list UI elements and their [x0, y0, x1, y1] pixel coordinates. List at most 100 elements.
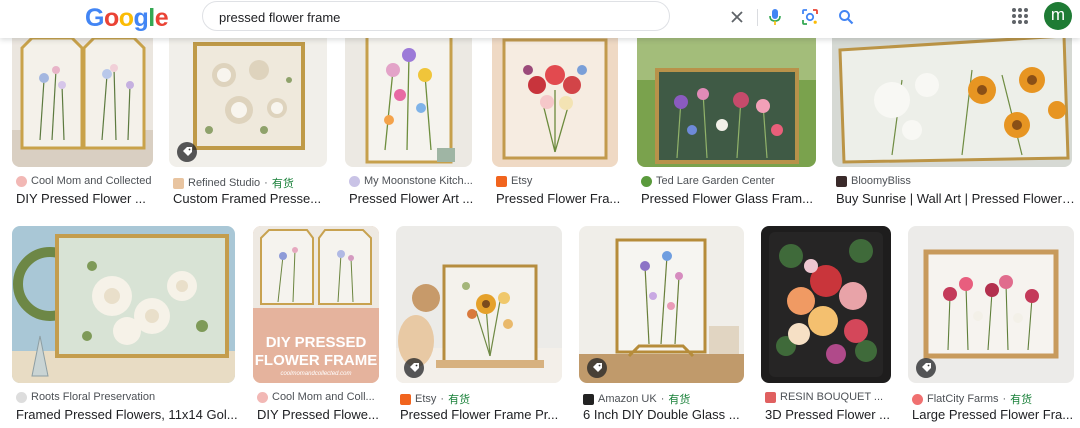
- result-source[interactable]: Etsy · 有货: [400, 391, 566, 407]
- result-title[interactable]: Pressed Flower Frame Pr...: [400, 407, 566, 422]
- source-name: FlatCity Farms: [927, 393, 999, 405]
- result-source[interactable]: Amazon UK · 有货: [583, 391, 748, 407]
- image-result-card[interactable]: My Moonstone Kitch... Pressed Flower Art…: [345, 30, 473, 210]
- close-icon[interactable]: [726, 6, 748, 28]
- logo-letter: o: [103, 4, 119, 32]
- image-result-card[interactable]: BloomyBliss Buy Sunrise | Wall Art | Pre…: [832, 30, 1076, 210]
- image-result-card[interactable]: Ted Lare Garden Center Pressed Flower Gl…: [637, 30, 816, 210]
- source-name: My Moonstone Kitch...: [364, 175, 473, 187]
- search-icon[interactable]: [835, 6, 857, 28]
- site-favicon: [257, 391, 268, 403]
- source-name: Cool Mom and Coll...: [272, 391, 375, 403]
- result-source[interactable]: Ted Lare Garden Center: [641, 175, 820, 187]
- image-result-card[interactable]: Cool Mom and Collected DIY Pressed Flowe…: [12, 30, 153, 210]
- site-favicon: [400, 393, 411, 405]
- image-result-card[interactable]: DIY PRESSED FLOWER FRAME coolmomandcolle…: [253, 226, 379, 424]
- result-thumbnail[interactable]: [169, 30, 327, 167]
- result-title[interactable]: Custom Framed Presse...: [173, 191, 331, 206]
- source-name: Roots Floral Preservation: [31, 391, 156, 403]
- site-favicon: [836, 175, 847, 187]
- site-favicon: [16, 391, 27, 403]
- logo-letter: o: [118, 4, 134, 32]
- result-title[interactable]: 6 Inch DIY Double Glass ...: [583, 407, 748, 422]
- camera-lens-icon[interactable]: [799, 6, 821, 28]
- source-name: BloomyBliss: [851, 175, 911, 187]
- site-favicon: [496, 175, 507, 187]
- source-name: Etsy: [415, 393, 437, 405]
- site-favicon: [641, 175, 652, 187]
- separator: ·: [440, 393, 445, 405]
- result-thumbnail[interactable]: [637, 30, 816, 167]
- result-source[interactable]: BloomyBliss: [836, 175, 1076, 187]
- in-stock-label: 有货: [448, 394, 471, 406]
- result-title[interactable]: 3D Pressed Flower ...: [765, 407, 895, 422]
- result-source[interactable]: RESIN BOUQUET ...: [765, 391, 895, 403]
- result-thumbnail[interactable]: [832, 30, 1072, 167]
- result-thumbnail[interactable]: DIY PRESSED FLOWER FRAME coolmomandcolle…: [253, 226, 379, 383]
- result-title[interactable]: Pressed Flower Fra...: [496, 191, 622, 206]
- result-thumbnail[interactable]: [12, 30, 153, 167]
- image-result-card[interactable]: Roots Floral Preservation Framed Pressed…: [12, 226, 238, 424]
- site-favicon: [765, 391, 776, 403]
- search-box: [202, 1, 854, 31]
- image-result-card[interactable]: FlatCity Farms · 有货 Large Pressed Flower…: [908, 226, 1074, 424]
- result-source[interactable]: Roots Floral Preservation: [16, 391, 239, 403]
- source-name: Cool Mom and Collected: [31, 175, 152, 187]
- apps-grid-icon[interactable]: [1010, 6, 1030, 26]
- site-favicon: [349, 175, 360, 187]
- avatar[interactable]: m: [1044, 2, 1072, 30]
- product-tag-icon: [177, 142, 197, 162]
- image-overlay-url: coolmomandcollected.com: [280, 371, 352, 377]
- result-source[interactable]: My Moonstone Kitch...: [349, 175, 476, 187]
- product-tag-icon: [404, 358, 424, 378]
- result-source[interactable]: Etsy: [496, 175, 622, 187]
- source-name: Etsy: [511, 175, 533, 187]
- product-tag-icon: [916, 358, 936, 378]
- result-source[interactable]: Cool Mom and Coll...: [257, 391, 383, 403]
- source-name: RESIN BOUQUET ...: [780, 391, 884, 403]
- result-title[interactable]: Pressed Flower Art ...: [349, 191, 476, 206]
- image-result-card[interactable]: RESIN BOUQUET ... 3D Pressed Flower ...: [761, 226, 891, 424]
- divider: [757, 9, 758, 26]
- top-bar: Google pressed flower frame m: [0, 0, 1080, 38]
- result-source[interactable]: FlatCity Farms · 有货: [912, 391, 1078, 407]
- result-title[interactable]: DIY Pressed Flower ...: [16, 191, 157, 206]
- result-thumbnail[interactable]: [345, 30, 472, 167]
- image-result-card[interactable]: Etsy · 有货 Pressed Flower Frame Pr...: [396, 226, 562, 424]
- product-tag-icon: [587, 358, 607, 378]
- search-input[interactable]: [219, 8, 519, 26]
- site-favicon: [16, 175, 27, 187]
- site-favicon: [173, 177, 184, 189]
- result-thumbnail[interactable]: [908, 226, 1074, 383]
- in-stock-label: 有货: [668, 394, 691, 406]
- site-favicon: [583, 393, 594, 405]
- result-title[interactable]: DIY Pressed Flowe...: [257, 407, 383, 422]
- site-favicon: [912, 393, 923, 405]
- result-title[interactable]: Pressed Flower Glass Fram...: [641, 191, 820, 206]
- result-thumbnail[interactable]: [761, 226, 891, 383]
- microphone-icon[interactable]: [764, 6, 786, 28]
- separator: ·: [264, 177, 268, 189]
- result-title[interactable]: Large Pressed Flower Fra...: [912, 407, 1078, 422]
- source-name: Amazon UK: [598, 393, 657, 405]
- image-result-card[interactable]: Refined Studio · 有货 Custom Framed Presse…: [169, 30, 327, 210]
- result-thumbnail[interactable]: [396, 226, 562, 383]
- result-thumbnail[interactable]: [492, 30, 618, 167]
- image-overlay-title: DIY PRESSED FLOWER FRAME: [254, 334, 378, 369]
- source-name: Ted Lare Garden Center: [656, 175, 775, 187]
- in-stock-label: 有货: [1010, 394, 1033, 406]
- logo-letter: e: [154, 4, 169, 32]
- image-result-card[interactable]: Etsy Pressed Flower Fra...: [492, 30, 620, 210]
- separator: ·: [660, 393, 665, 405]
- result-title[interactable]: Framed Pressed Flowers, 11x14 Gol...: [16, 407, 239, 422]
- result-thumbnail[interactable]: [12, 226, 235, 383]
- result-title[interactable]: Buy Sunrise | Wall Art | Pressed Flower …: [836, 191, 1076, 206]
- in-stock-label: 有货: [271, 178, 294, 190]
- result-thumbnail[interactable]: [579, 226, 744, 383]
- result-source[interactable]: Cool Mom and Collected: [16, 175, 157, 187]
- result-source[interactable]: Refined Studio · 有货: [173, 175, 331, 191]
- image-result-card[interactable]: Amazon UK · 有货 6 Inch DIY Double Glass .…: [579, 226, 744, 424]
- source-name: Refined Studio: [188, 177, 261, 189]
- logo-letter: g: [133, 4, 149, 32]
- google-logo[interactable]: Google: [85, 4, 169, 33]
